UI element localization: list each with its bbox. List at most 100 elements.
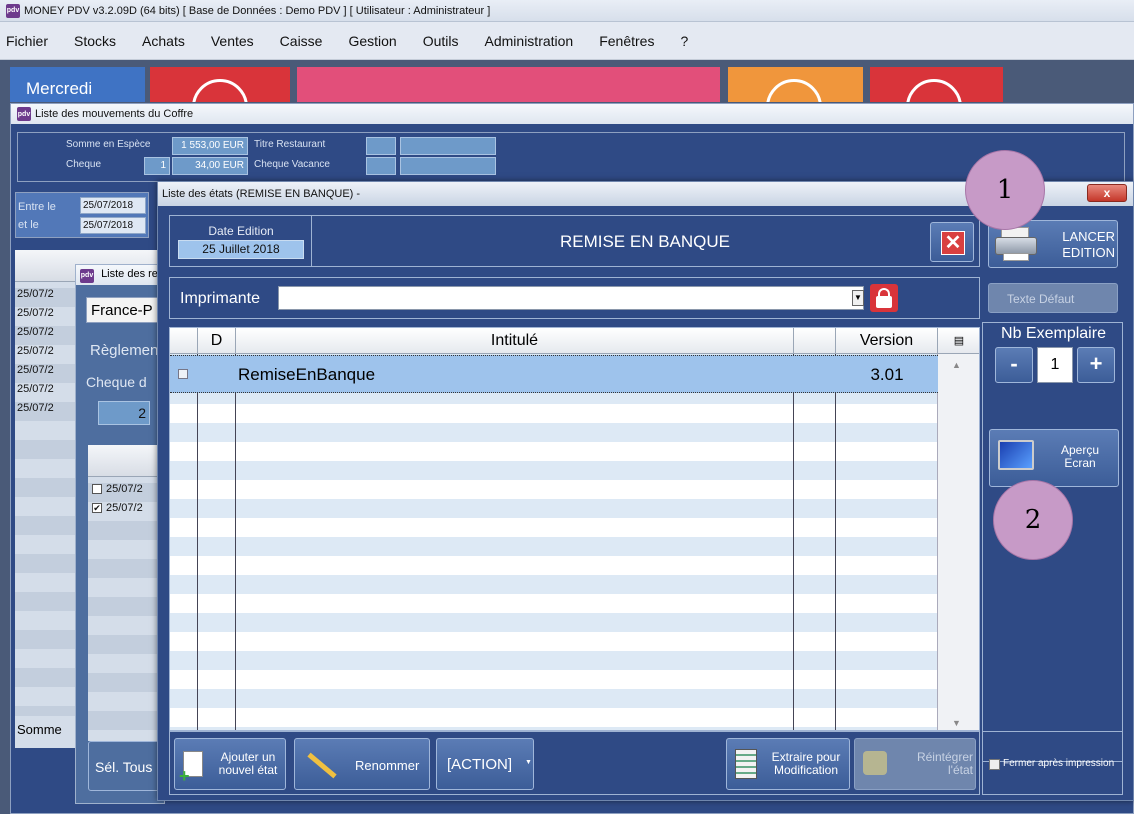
preview-label-line2: Ecran: [1064, 456, 1096, 470]
menu-item-9[interactable]: ?: [680, 33, 688, 49]
table-scrollbar[interactable]: ▲ ▼: [938, 354, 979, 730]
app-logo-icon: pdv: [17, 107, 31, 121]
coffre-summary-panel: Somme en Espèce 1 553,00 EUR Titre Resta…: [17, 132, 1125, 182]
bank-select[interactable]: France-P: [86, 297, 166, 323]
dashboard-tile-red[interactable]: [150, 67, 290, 102]
date-edition-value: 25 Juillet 2018: [178, 240, 304, 259]
list-item[interactable]: 25/07/2: [88, 481, 166, 500]
menu-item-1[interactable]: Stocks: [74, 33, 116, 49]
dashboard-tile-orange[interactable]: [728, 67, 863, 102]
dropdown-arrow-icon[interactable]: ▼: [852, 290, 864, 306]
cheque-vacance-value: [400, 157, 496, 175]
table-row[interactable]: RemiseEnBanque 3.01: [170, 355, 938, 393]
rename-button[interactable]: Renommer: [294, 738, 430, 790]
row-checkbox[interactable]: [92, 484, 102, 495]
menu-bar: Fichier Stocks Achats Ventes Caisse Gestion Ou…: [0, 22, 1134, 60]
lock-button[interactable]: [870, 284, 898, 312]
menu-item-2[interactable]: Achats: [142, 33, 185, 49]
add-state-button[interactable]: + Ajouter un nouvel état: [174, 738, 286, 790]
titre-restaurant-count: [366, 137, 396, 155]
row-date: 25/07/2: [106, 483, 143, 495]
annotation-marker-2: 2: [993, 480, 1073, 560]
date-from-field[interactable]: 25/07/2018: [80, 197, 146, 214]
col-version-header[interactable]: Version: [836, 328, 938, 354]
dashboard-day-tile[interactable]: Mercredi: [10, 67, 145, 102]
extract-line2: Modification: [773, 763, 839, 777]
menu-item-6[interactable]: Outils: [423, 33, 459, 49]
cheque-vacance-label: Cheque Vacance: [254, 159, 330, 170]
copies-input[interactable]: 1: [1037, 347, 1073, 383]
etats-window: Liste des états (REMISE EN BANQUE) - x D…: [157, 181, 1134, 801]
col-blank-header: [794, 328, 836, 354]
app-title-bar: pdv MONEY PDV v3.2.09D (64 bits) [ Base …: [0, 0, 1134, 22]
dashboard-tile-pink[interactable]: [297, 67, 720, 102]
col-intitule-header[interactable]: Intitulé: [236, 328, 794, 354]
close-after-print-checkbox[interactable]: [989, 759, 1000, 770]
increment-button[interactable]: +: [1077, 347, 1115, 383]
row-checkbox[interactable]: [178, 369, 188, 379]
select-all-label: Sél. Tous: [95, 759, 153, 775]
menu-item-5[interactable]: Gestion: [348, 33, 396, 49]
et-le-label: et le: [18, 219, 39, 231]
menu-item-8[interactable]: Fenêtres: [599, 33, 654, 49]
remises-count: 2: [98, 401, 150, 425]
somme-label: Somme: [17, 722, 62, 737]
reintegrate-button[interactable]: Réintégrer l'état: [854, 738, 976, 790]
somme-espece-label: Somme en Espèce: [66, 139, 151, 150]
printer-panel: Imprimante ▼: [169, 277, 980, 319]
action-button[interactable]: [ACTION] ▼: [436, 738, 534, 790]
etats-table: D Intitulé Version ▤ RemiseEnBanque 3.01 …: [169, 327, 980, 731]
printer-icon: [995, 227, 1039, 263]
red-x-icon: ✕: [941, 231, 965, 255]
annotation-marker-1: 1: [965, 150, 1045, 230]
dashboard-tile-red-2[interactable]: [870, 67, 1003, 102]
row-checkbox[interactable]: ✔: [92, 503, 102, 514]
pencil-icon: [307, 752, 337, 779]
date-to-field[interactable]: 25/07/2018: [80, 217, 146, 234]
printer-select[interactable]: [278, 286, 864, 310]
cheque-label: Cheque: [66, 159, 102, 170]
remises-grid: 25/07/2 ✔ 25/07/2: [88, 445, 166, 741]
add-state-label: Ajouter un nouvel état: [211, 751, 285, 777]
date-edition-block: Date Edition 25 Juillet 2018: [170, 216, 312, 266]
spreadsheet-icon: [735, 749, 757, 779]
menu-item-7[interactable]: Administration: [485, 33, 574, 49]
preview-screen-label: Aperçu Ecran: [1042, 444, 1118, 470]
reintegrate-label: Réintégrer l'état: [897, 751, 973, 777]
decrement-button[interactable]: -: [995, 347, 1033, 383]
launch-edition-label: LANCER EDITION: [1041, 229, 1115, 261]
col-d-header[interactable]: D: [198, 328, 236, 354]
dashboard-day-label: Mercredi: [26, 79, 93, 98]
list-item[interactable]: ✔ 25/07/2: [88, 500, 166, 519]
remises-window: pdv Liste des re France-P Règlemen Chequ…: [75, 264, 166, 804]
scroll-down-icon[interactable]: ▼: [952, 718, 961, 728]
preview-screen-button[interactable]: Aperçu Ecran: [989, 429, 1119, 487]
circle-icon: [906, 79, 962, 102]
menu-item-4[interactable]: Caisse: [280, 33, 323, 49]
date-filter-panel: Entre le 25/07/2018 et le 25/07/2018: [15, 192, 149, 238]
extract-button[interactable]: Extraire pour Modification: [726, 738, 850, 790]
bottom-toolbar: + Ajouter un nouvel état Renommer [ACTIO…: [169, 731, 980, 795]
cheque-vacance-count: [366, 157, 396, 175]
menu-item-0[interactable]: Fichier: [6, 33, 48, 49]
app-logo-icon: pdv: [80, 268, 94, 283]
row-date: 25/07/2: [106, 502, 143, 514]
coffre-title: Liste des mouvements du Coffre: [35, 108, 194, 120]
somme-espece-value: 1 553,00 EUR: [172, 137, 248, 155]
titre-restaurant-value: [400, 137, 496, 155]
row-version: 3.01: [870, 365, 904, 384]
default-text-button[interactable]: Texte Défaut: [988, 283, 1118, 313]
add-state-line2: nouvel état: [218, 763, 278, 777]
column-chooser-icon[interactable]: ▤: [938, 328, 979, 354]
col-checkbox-header: [170, 328, 198, 354]
menu-item-3[interactable]: Ventes: [211, 33, 254, 49]
close-after-print-panel: Fermer après impression: [982, 731, 1123, 795]
launch-label-line2: EDITION: [1062, 245, 1115, 260]
cheque-group-label: Cheque d: [86, 374, 147, 390]
select-all-button[interactable]: Sél. Tous: [88, 741, 166, 791]
delete-button[interactable]: ✕: [930, 222, 974, 262]
scroll-up-icon[interactable]: ▲: [952, 360, 961, 370]
etats-header-panel: Date Edition 25 Juillet 2018 REMISE EN B…: [169, 215, 980, 267]
printer-label: Imprimante: [180, 290, 261, 307]
window-close-button[interactable]: x: [1087, 184, 1127, 202]
